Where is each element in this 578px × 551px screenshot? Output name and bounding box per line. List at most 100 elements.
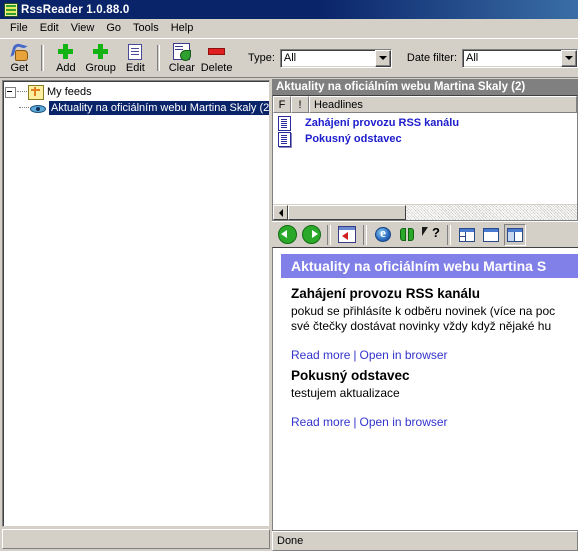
green-plus-icon: [58, 43, 74, 61]
help-pointer-icon: ?: [422, 225, 440, 243]
menu-item-edit[interactable]: Edit: [34, 20, 65, 36]
menu-item-help[interactable]: Help: [165, 20, 200, 36]
toolbar-separator: [327, 224, 331, 245]
open-in-browser-link[interactable]: Open in browser: [360, 348, 448, 362]
delete-button-label: Delete: [200, 61, 233, 74]
open-in-browser-button[interactable]: [372, 224, 394, 246]
get-button-label: Get: [10, 61, 29, 74]
layout-single-button[interactable]: [480, 224, 502, 246]
article-title: Pokusný odstavec: [291, 368, 410, 383]
open-in-browser-link[interactable]: Open in browser: [360, 415, 448, 429]
toolbar-separator: [156, 45, 161, 71]
feed-eye-icon: [30, 103, 46, 114]
feeds-tree[interactable]: My feeds Aktuality na oficiálním webu Ma…: [2, 80, 270, 527]
type-filter-value: All: [283, 52, 297, 64]
open-window-icon: [338, 226, 356, 243]
layout-single-icon: [483, 227, 499, 242]
add-button-label: Add: [56, 61, 76, 74]
group-button-label: Group: [85, 61, 116, 74]
layout-split-horizontal-button[interactable]: [456, 224, 478, 246]
status-text: Done: [277, 535, 304, 547]
menu-item-view[interactable]: View: [65, 20, 101, 36]
download-hand-icon: [10, 41, 29, 61]
clear-button-label: Clear: [168, 61, 195, 74]
forward-arrow-icon: [301, 225, 321, 244]
headline-text: Pokusný odstavec: [305, 133, 402, 145]
forward-button[interactable]: [300, 224, 322, 246]
article-body-line: své čtečky dostávat novinky vždy když ně…: [291, 319, 552, 333]
group-button[interactable]: Group: [83, 39, 118, 77]
headlines-column-header: F ! Headlines: [273, 96, 577, 113]
scrollbar-track[interactable]: [406, 205, 577, 220]
toolbar-separator: [447, 224, 451, 245]
edit-button[interactable]: Edit: [118, 39, 153, 77]
list-item[interactable]: Pokusný odstavec: [273, 131, 577, 147]
headlines-list: Zahájení provozu RSS kanálu Pokusný odst…: [273, 113, 577, 204]
date-filter-select[interactable]: All: [462, 48, 578, 68]
tree-row-root[interactable]: My feeds: [5, 84, 267, 100]
article-body-line: pokud se přihlásíte k odběru novinek (ví…: [291, 304, 556, 318]
tree-root-label: My feeds: [47, 86, 92, 98]
arrow-left-icon: [278, 208, 283, 217]
left-status-bar: [2, 529, 270, 549]
layout-split-vertical-button[interactable]: [504, 223, 526, 246]
column-headlines[interactable]: Headlines: [309, 96, 577, 113]
page-edit-icon: [128, 43, 143, 61]
headlines-panel: F ! Headlines Zahájení provozu RSS kanál…: [272, 95, 578, 221]
feeds-pane: My feeds Aktuality na oficiálním webu Ma…: [0, 79, 272, 551]
refresh-button[interactable]: [396, 224, 418, 246]
collapse-toggle-icon[interactable]: [5, 86, 16, 98]
link-separator: |: [353, 348, 357, 362]
menu-bar: File Edit View Go Tools Help: [0, 19, 578, 38]
headlines-horizontal-scrollbar[interactable]: [273, 204, 577, 220]
reader-toolbar: ?: [272, 221, 578, 247]
refresh-icon: [399, 227, 415, 242]
layout-split-v-icon: [507, 227, 523, 242]
column-flag[interactable]: F: [273, 96, 291, 113]
get-button[interactable]: Get: [2, 39, 37, 77]
chevron-down-icon[interactable]: [561, 49, 578, 67]
link-separator: |: [353, 415, 357, 429]
read-more-link[interactable]: Read more: [291, 415, 350, 429]
column-priority[interactable]: !: [291, 96, 309, 113]
back-arrow-icon: [277, 225, 297, 244]
add-button[interactable]: Add: [48, 39, 83, 77]
article-content-pane[interactable]: Aktuality na oficiálním webu Martina S Z…: [272, 247, 578, 531]
scrollbar-thumb[interactable]: [288, 205, 406, 220]
tree-row-feed[interactable]: Aktuality na oficiálním webu Martina Ska…: [5, 100, 269, 116]
toolbar-separator: [40, 45, 45, 71]
back-button[interactable]: [276, 224, 298, 246]
content-feed-banner: Aktuality na oficiálním webu Martina S: [281, 254, 578, 278]
date-filter-label: Date filter:: [406, 52, 458, 64]
menu-item-tools[interactable]: Tools: [127, 20, 165, 36]
clear-brush-icon: [173, 43, 192, 61]
type-filter-label: Type:: [247, 52, 275, 64]
window-title: RssReader 1.0.88.0: [21, 3, 130, 16]
help-button[interactable]: ?: [420, 224, 442, 246]
title-bar: RssReader 1.0.88.0: [0, 0, 578, 19]
app-grid-icon: [4, 2, 18, 17]
toolbar-filters: Type: All Date filter: All: [247, 48, 578, 68]
red-minus-icon: [208, 43, 226, 61]
menu-item-file[interactable]: File: [4, 20, 34, 36]
article-2: Pokusný odstavec testujem aktualizace Re…: [273, 362, 578, 429]
article-title: Zahájení provozu RSS kanálu: [291, 286, 481, 301]
chevron-down-icon[interactable]: [374, 49, 391, 67]
scroll-left-button[interactable]: [273, 205, 288, 220]
article-1: Zahájení provozu RSS kanálu pokud se při…: [273, 280, 578, 362]
article-icon: [278, 115, 291, 131]
feed-panel-title: Aktuality na oficiálním webu Martina Ska…: [272, 79, 578, 95]
tree-feed-label: Aktuality na oficiálním webu Martina Ska…: [49, 101, 269, 115]
status-bar: Done: [272, 531, 578, 551]
read-more-link[interactable]: Read more: [291, 348, 350, 362]
clear-button[interactable]: Clear: [164, 39, 199, 77]
delete-button[interactable]: Delete: [199, 39, 234, 77]
menu-item-go[interactable]: Go: [100, 20, 127, 36]
article-icon: [278, 131, 291, 147]
reader-pane: Aktuality na oficiálním webu Martina Ska…: [272, 79, 578, 551]
internet-explorer-icon: [375, 225, 391, 242]
open-window-button[interactable]: [336, 224, 358, 246]
type-filter-select[interactable]: All: [279, 48, 392, 68]
list-item[interactable]: Zahájení provozu RSS kanálu: [273, 115, 577, 131]
tree-connector: [19, 107, 29, 109]
